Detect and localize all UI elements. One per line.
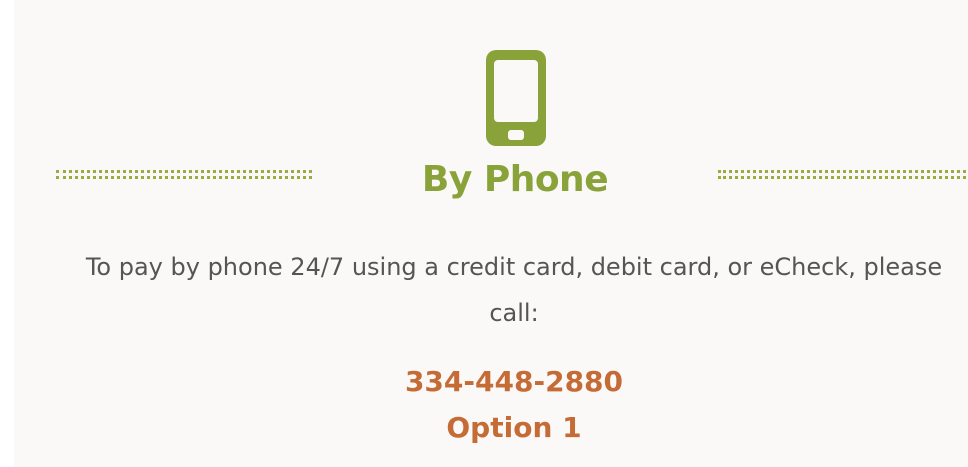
phone-option: Option 1	[446, 411, 582, 444]
right-dotted-divider	[718, 170, 968, 179]
phone-number-link[interactable]: 334-448-2880	[314, 362, 714, 402]
left-dotted-divider	[56, 170, 312, 179]
payment-by-phone-panel: By Phone To pay by phone 24/7 using a cr…	[14, 0, 968, 467]
smartphone-icon	[486, 50, 546, 146]
section-title: By Phone	[421, 159, 609, 200]
payment-instructions: To pay by phone 24/7 using a credit card…	[85, 253, 943, 327]
